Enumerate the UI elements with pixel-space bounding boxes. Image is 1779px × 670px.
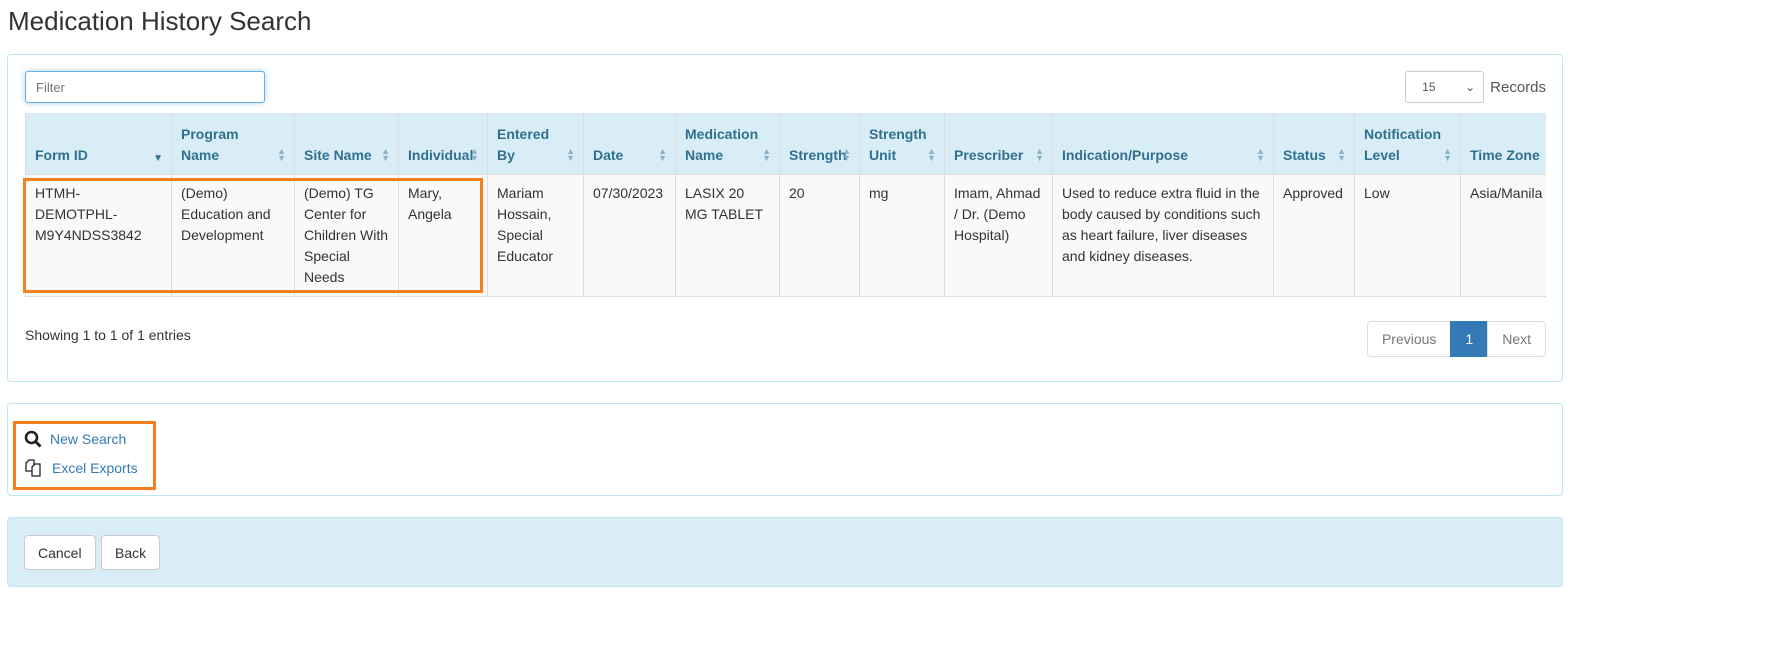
column-header[interactable]: Time Zone▲▼: [1460, 113, 1546, 175]
page-1-button[interactable]: 1: [1450, 321, 1489, 357]
page-title: Medication History Search: [8, 6, 312, 36]
column-header[interactable]: Prescriber ▲ ▼: [944, 113, 1053, 175]
sort-icon: ▲ ▼: [277, 145, 286, 163]
table-cell: Used to reduce extra fluid in the body c…: [1052, 173, 1274, 297]
column-header[interactable]: Status ▲ ▼: [1273, 113, 1355, 175]
column-header[interactable]: Site Name ▲ ▼: [294, 113, 399, 175]
copy-icon: [25, 459, 41, 477]
filter-input[interactable]: [25, 71, 265, 103]
table-cell: (Demo) TG Center for Children With Speci…: [294, 173, 399, 297]
footer-panel: Cancel Back: [7, 517, 1563, 587]
sort-icon: ▲ ▼: [381, 145, 390, 163]
column-header[interactable]: Medication Name ▲ ▼: [675, 113, 780, 175]
records-label: Records: [1490, 78, 1546, 96]
column-header[interactable]: Program Name ▲ ▼: [171, 113, 295, 175]
sort-icon: ▲ ▼: [658, 145, 667, 163]
table-cell: Mary, Angela: [398, 173, 488, 297]
table-cell: (Demo) Education and Development: [171, 173, 295, 297]
records-select[interactable]: 15 ⌄: [1405, 71, 1485, 103]
table-cell: Low: [1354, 173, 1461, 297]
excel-exports-link[interactable]: Excel Exports: [24, 458, 138, 478]
sort-icon: ▲ ▼: [566, 145, 575, 163]
sort-icon: ▲ ▼: [470, 145, 479, 163]
table-cell: Imam, Ahmad / Dr. (Demo Hospital): [944, 173, 1053, 297]
sort-icon: ▲ ▼: [1337, 145, 1346, 163]
cancel-button[interactable]: Cancel: [24, 535, 96, 570]
table-cell: 07/30/2023: [583, 173, 676, 297]
chevron-down-icon: ⌄: [1465, 80, 1476, 94]
table-cell: Mariam Hossain, Special Educator: [487, 173, 584, 297]
sort-icon: ▲ ▼: [1256, 145, 1265, 163]
column-header[interactable]: Strength Unit ▲ ▼: [859, 113, 945, 175]
column-header[interactable]: Form ID ▼: [25, 113, 172, 175]
sort-icon: ▲ ▼: [842, 145, 851, 163]
records-control: 15 ⌄ Records: [1405, 71, 1546, 103]
new-search-link[interactable]: New Search: [24, 430, 126, 448]
sort-icon: ▲ ▼: [1443, 145, 1452, 163]
entries-info: Showing 1 to 1 of 1 entries: [25, 327, 191, 343]
medication-table: Form ID ▼ Program Name ▲ ▼ Site Name ▲ ▼ Individ…: [25, 113, 1546, 297]
sort-icon: ▲ ▼: [762, 145, 771, 163]
column-header[interactable]: Strength ▲ ▼: [779, 113, 860, 175]
column-header[interactable]: Individual ▲ ▼: [398, 113, 488, 175]
pagination: Previous 1 Next: [1366, 321, 1546, 357]
table-container: Form ID ▼ Program Name ▲ ▼ Site Name ▲ ▼ Individ…: [25, 113, 1546, 297]
column-header[interactable]: Entered By ▲ ▼: [487, 113, 584, 175]
column-header[interactable]: Indication/Purpose ▲ ▼: [1052, 113, 1274, 175]
column-header[interactable]: Notification Level ▲ ▼: [1354, 113, 1461, 175]
table-cell: Asia/Manila: [1460, 173, 1546, 297]
table-cell: mg: [859, 173, 945, 297]
column-header[interactable]: Date ▲ ▼: [583, 113, 676, 175]
back-button[interactable]: Back: [101, 535, 161, 570]
previous-button[interactable]: Previous: [1366, 321, 1452, 357]
table-cell: Approved: [1273, 173, 1355, 297]
sort-desc-icon: ▼: [153, 152, 163, 164]
search-icon: [24, 430, 42, 448]
actions-panel: New Search Excel Exports: [7, 403, 1563, 496]
results-panel: 15⌄ Records Form ID▼Program Name▲▼Site N…: [7, 54, 1563, 382]
table-cell: LASIX 20 MG TABLET: [675, 173, 780, 297]
sort-icon: ▲ ▼: [1035, 145, 1044, 163]
table-cell: HTMH-DEMOTPHL-M9Y4NDSS3842: [25, 173, 172, 297]
next-button[interactable]: Next: [1487, 321, 1546, 357]
table-cell: 20: [779, 173, 860, 297]
table-row[interactable]: HTMH-DEMOTPHL-M9Y4NDSS3842 (Demo) Educati…: [25, 173, 1546, 297]
sort-icon: ▲ ▼: [927, 145, 936, 163]
